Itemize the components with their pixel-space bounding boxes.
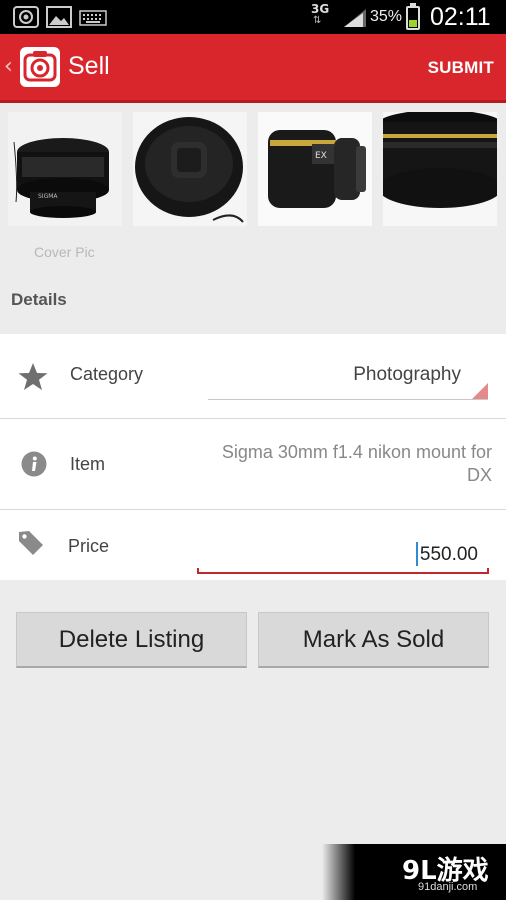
- back-chevron-icon[interactable]: ‹: [4, 54, 13, 79]
- app-logo[interactable]: [20, 47, 60, 87]
- delete-listing-button[interactable]: Delete Listing: [16, 612, 247, 668]
- category-value: Photography: [353, 364, 461, 385]
- dropdown-corner-icon: [472, 383, 488, 399]
- page-title: Sell: [68, 52, 110, 80]
- status-bar: 3G ⇅ 35% 02:11: [0, 0, 506, 34]
- price-value: 550.00: [419, 544, 478, 565]
- price-row[interactable]: Price 550.00: [0, 510, 506, 580]
- details-form: Category Photography Item Sigma 30mm f1.…: [0, 334, 506, 580]
- clock: 02:11: [430, 3, 491, 31]
- cover-pic-label: Cover Pic: [34, 244, 95, 260]
- category-label: Category: [70, 364, 144, 384]
- photo-strip: SIGMA EX DG: [0, 106, 506, 266]
- svg-text:SIGMA: SIGMA: [38, 193, 58, 200]
- cover-photo[interactable]: SIGMA: [8, 112, 122, 226]
- lens-closeup-photo[interactable]: DG 1:20 MADE IN JAPAN: [383, 112, 497, 226]
- battery-percent: 35%: [370, 8, 403, 25]
- star-icon: [18, 362, 48, 396]
- watermark-url: 91danji.com: [418, 881, 478, 893]
- item-label: Item: [70, 454, 106, 474]
- lens-side-photo[interactable]: EX: [258, 112, 372, 226]
- tag-icon: [18, 530, 44, 560]
- lens-cap-photo[interactable]: [133, 112, 247, 226]
- svg-text:EX: EX: [315, 151, 327, 161]
- data-arrows-icon: ⇅: [313, 15, 322, 26]
- item-row[interactable]: Item Sigma 30mm f1.4 nikon mount for DX: [0, 419, 506, 509]
- price-label: Price: [68, 536, 110, 556]
- text-cursor: [416, 542, 418, 566]
- details-heading: Details: [11, 290, 67, 309]
- keyboard-icon: [79, 10, 107, 26]
- category-row[interactable]: Category Photography: [0, 334, 506, 418]
- submit-button[interactable]: SUBMIT: [428, 58, 494, 78]
- image-icon: [45, 5, 73, 29]
- price-input[interactable]: 550.00: [197, 534, 489, 574]
- item-value[interactable]: Sigma 30mm f1.4 nikon mount for DX: [212, 441, 492, 487]
- category-select[interactable]: Photography: [208, 360, 488, 400]
- battery-icon: [406, 3, 420, 30]
- camera-icon: [12, 5, 40, 29]
- info-icon: [21, 451, 47, 481]
- watermark: 9L游戏 91danji.com: [322, 844, 506, 900]
- mark-as-sold-button[interactable]: Mark As Sold: [258, 612, 489, 668]
- network-type: 3G: [311, 2, 330, 16]
- action-bar: ‹ Sell SUBMIT: [0, 34, 506, 103]
- signal-icon: [343, 8, 367, 32]
